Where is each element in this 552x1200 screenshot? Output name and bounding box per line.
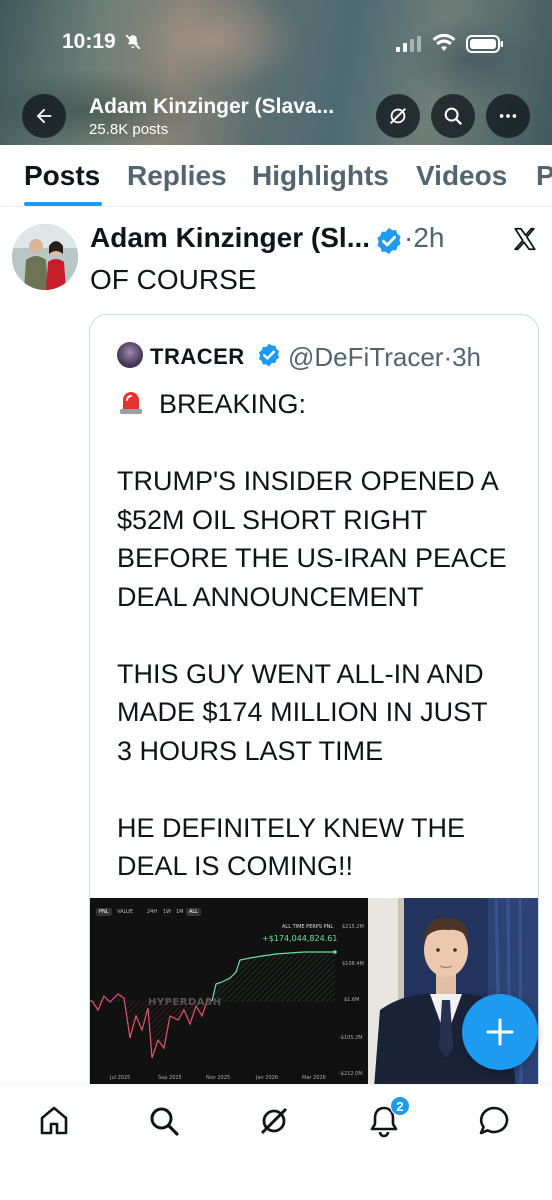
status-time: 10:19: [62, 30, 116, 53]
tab-more[interactable]: P: [536, 160, 552, 192]
quoted-handle-time: @DeFiTracer·3h: [288, 342, 482, 372]
x-logo-icon: [514, 227, 536, 251]
search-icon: [444, 107, 463, 126]
chart-plot: [90, 950, 337, 1059]
tab-highlights[interactable]: Highlights: [252, 160, 389, 192]
quoted-post[interactable]: TRACER @DeFiTracer·3h BREAKING: TRUMP'S …: [89, 314, 539, 1114]
bottom-navigation: 2: [0, 1084, 552, 1200]
post-timestamp[interactable]: ·2h: [404, 222, 444, 254]
grok-icon[interactable]: [256, 1103, 292, 1139]
post-count: 25.8K posts: [89, 121, 169, 138]
x-tick: Sep 2025: [158, 1075, 182, 1081]
quote-line: 3 HOURS LAST TIME: [117, 735, 384, 766]
chart-watermark: HYPERDASH: [148, 997, 222, 1008]
wifi-icon: [432, 34, 456, 51]
quote-line: [117, 770, 527, 809]
notification-count-badge: 2: [390, 1096, 410, 1116]
active-tab-indicator: [24, 202, 102, 206]
tab-replies[interactable]: Replies: [127, 160, 227, 192]
quote-line: MADE $174 MILLION IN JUST: [117, 697, 488, 727]
avatar-photo: [12, 224, 78, 290]
cellular-signal-icon: [396, 36, 421, 52]
more-options-button[interactable]: [486, 94, 530, 138]
quoted-author-name: TRACER: [150, 344, 245, 369]
quoted-author-avatar: [117, 342, 143, 368]
tab-posts[interactable]: Posts: [24, 160, 100, 192]
messages-icon[interactable]: [476, 1103, 512, 1139]
quote-line: BEFORE THE US-IRAN PEACE: [117, 543, 507, 573]
bell-slash-icon: [125, 34, 141, 50]
x-tick: Jan 2026: [256, 1075, 279, 1081]
quote-line: DEAL ANNOUNCEMENT: [117, 581, 424, 612]
tab-videos[interactable]: Videos: [416, 160, 507, 192]
quoted-post-text: BREAKING: TRUMP'S INSIDER OPENED A $52M …: [117, 385, 527, 886]
quote-line: THIS GUY WENT ALL-IN AND: [117, 658, 484, 689]
verified-badge-icon: [377, 227, 401, 255]
x-tick: Nov 2025: [206, 1075, 231, 1081]
home-icon[interactable]: [36, 1103, 72, 1139]
profile-display-name: Adam Kinzinger (Slava...: [89, 95, 335, 118]
quote-line: HE DEFINITELY KNEW THE: [117, 812, 466, 843]
post-author-name[interactable]: Adam Kinzinger (Sl...: [90, 222, 370, 254]
battery-icon: [466, 35, 503, 53]
search-icon[interactable]: [146, 1103, 182, 1139]
pnl-chart-image[interactable]: PNL VALUE 24H 1W 1M ALL ALL TIME PERPS P…: [90, 898, 368, 1088]
quote-line: [117, 616, 527, 655]
more-horizontal-icon: [499, 114, 517, 118]
x-tick: Mar 2026: [302, 1075, 326, 1081]
grok-button[interactable]: [376, 94, 420, 138]
profile-tabs: Posts Replies Highlights Videos P: [0, 145, 552, 207]
grok-icon: [389, 107, 407, 125]
status-bar: 10:19: [0, 0, 552, 90]
back-button[interactable]: [22, 94, 66, 138]
quote-line: $52M OIL SHORT RIGHT: [117, 504, 428, 535]
plus-icon: [486, 1018, 514, 1046]
verified-badge-icon: [258, 343, 280, 367]
compose-post-button[interactable]: [462, 994, 538, 1070]
profile-header: 10:19 Adam Kinzinger (Slava... 25.8K pos…: [0, 0, 552, 145]
author-avatar[interactable]: [12, 224, 78, 290]
quote-line: DEAL IS COMING!!: [117, 851, 354, 881]
arrow-left-icon: [36, 108, 52, 124]
post-text: OF COURSE: [90, 264, 257, 295]
search-button[interactable]: [431, 94, 475, 138]
quote-line: TRUMP'S INSIDER OPENED A: [117, 466, 499, 496]
quote-line: [117, 424, 527, 463]
quote-line: BREAKING:: [159, 389, 307, 419]
x-tick: Jul 2025: [110, 1075, 131, 1081]
